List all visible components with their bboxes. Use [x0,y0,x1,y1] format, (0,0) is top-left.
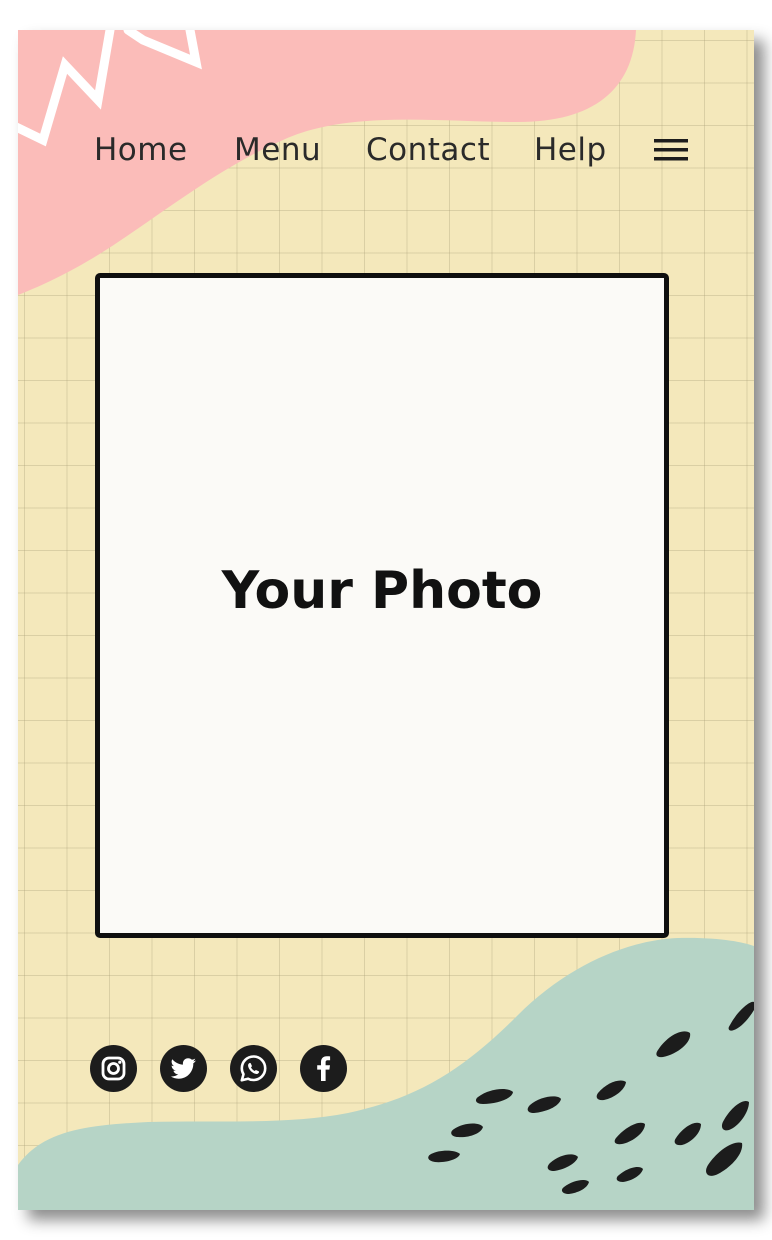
top-navigation: Home Menu Contact Help [18,125,754,175]
photo-placeholder-label: Your Photo [221,560,543,621]
whatsapp-icon [240,1055,267,1082]
instagram-button[interactable] [90,1045,137,1092]
twitter-button[interactable] [160,1045,207,1092]
facebook-icon [317,1056,331,1081]
nav-item-menu[interactable]: Menu [234,125,321,175]
hamburger-menu-icon[interactable] [654,137,690,163]
facebook-button[interactable] [300,1045,347,1092]
whatsapp-button[interactable] [230,1045,277,1092]
page-card: Home Menu Contact Help Your Photo [18,30,754,1210]
nav-item-help[interactable]: Help [534,125,607,175]
instagram-icon [101,1056,126,1081]
nav-item-contact[interactable]: Contact [366,125,490,175]
twitter-icon [170,1058,196,1079]
nav-item-home[interactable]: Home [94,125,188,175]
photo-placeholder[interactable]: Your Photo [95,273,669,938]
